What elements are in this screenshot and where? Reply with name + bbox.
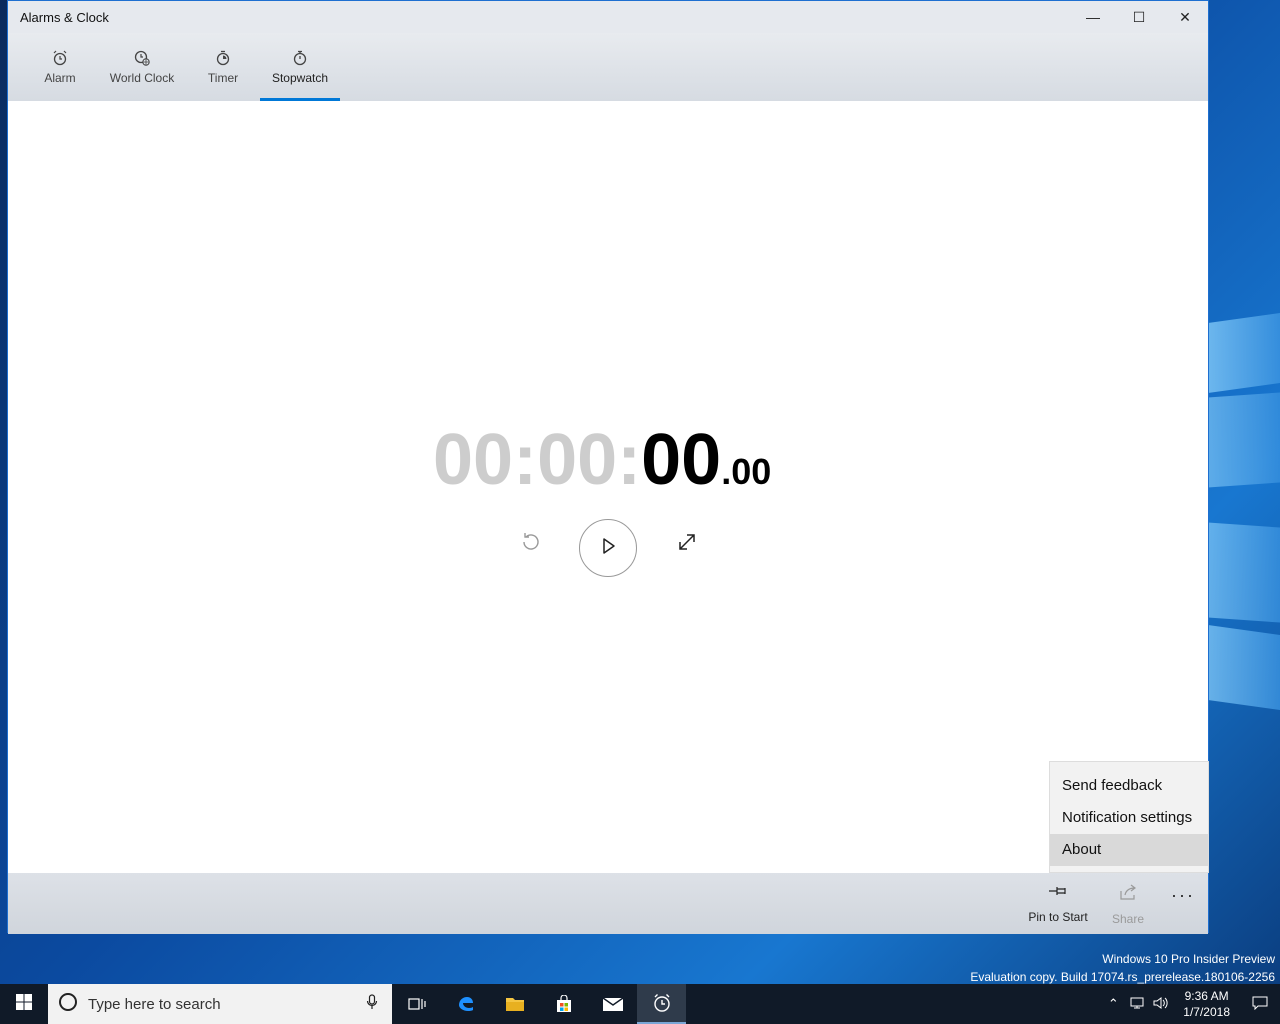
cortana-icon xyxy=(58,992,78,1017)
share-icon xyxy=(1118,883,1138,906)
clock-time: 9:36 AM xyxy=(1184,989,1229,1003)
tab-label: Timer xyxy=(207,71,239,85)
title-bar: Alarms & Clock — ☐ ✕ xyxy=(8,1,1208,33)
tab-label: Alarm xyxy=(44,71,76,85)
minutes-digits: 00: xyxy=(537,420,642,500)
taskbar: Type here to search ⌃ 9:36 AM 1/7/2018 xyxy=(0,984,1280,1024)
world-clock-icon xyxy=(133,49,151,67)
close-button[interactable]: ✕ xyxy=(1162,1,1208,33)
task-view-icon[interactable] xyxy=(392,984,441,1024)
clock-date: 1/7/2018 xyxy=(1183,1005,1230,1019)
seconds-digits: 00 xyxy=(641,420,722,500)
edge-icon[interactable] xyxy=(441,984,490,1024)
play-icon xyxy=(599,537,617,560)
alarms-clock-taskbar-icon[interactable] xyxy=(637,984,686,1024)
minimize-button[interactable]: — xyxy=(1070,1,1116,33)
taskbar-clock[interactable]: 9:36 AM 1/7/2018 xyxy=(1183,988,1230,1020)
share-label: Share xyxy=(1111,912,1145,926)
build-watermark: Windows 10 Pro Insider Preview Evaluatio… xyxy=(970,950,1275,986)
timer-icon xyxy=(214,49,232,67)
app-window: Alarms & Clock — ☐ ✕ Alarm World Clock T… xyxy=(7,0,1209,934)
more-options-menu: Send feedback Notification settings Abou… xyxy=(1049,761,1209,873)
tab-alarm[interactable]: Alarm xyxy=(38,33,82,101)
alarm-clock-icon xyxy=(51,49,69,67)
pin-to-start-button[interactable]: Pin to Start xyxy=(1028,883,1088,924)
expand-icon xyxy=(676,531,698,558)
network-icon[interactable] xyxy=(1125,997,1149,1012)
store-icon[interactable] xyxy=(539,984,588,1024)
desktop-light-beam xyxy=(1208,312,1280,394)
menu-item-about[interactable]: About xyxy=(1050,834,1208,866)
stopwatch-panel: 00:00:00.00 xyxy=(8,101,1208,873)
mail-icon[interactable] xyxy=(588,984,637,1024)
desktop-background xyxy=(1208,0,1280,984)
command-bar: Pin to Start Share ··· xyxy=(8,873,1208,934)
reset-icon xyxy=(519,530,543,559)
volume-icon[interactable] xyxy=(1149,996,1173,1012)
reset-button[interactable] xyxy=(513,526,549,562)
system-tray: ⌃ 9:36 AM 1/7/2018 xyxy=(1101,984,1280,1024)
windows-logo-icon xyxy=(16,993,32,1015)
play-button[interactable] xyxy=(579,519,637,577)
fraction-digits: .00 xyxy=(721,451,772,492)
tab-label: Stopwatch xyxy=(271,71,329,85)
desktop-light-beam xyxy=(1208,392,1280,488)
window-title: Alarms & Clock xyxy=(20,9,109,25)
desktop-light-beam xyxy=(1208,624,1280,711)
pin-label: Pin to Start xyxy=(1028,910,1088,924)
start-button[interactable] xyxy=(0,984,48,1024)
tab-stopwatch[interactable]: Stopwatch xyxy=(260,33,340,101)
chevron-up-icon[interactable]: ⌃ xyxy=(1101,996,1125,1012)
stopwatch-display: 00:00:00.00 xyxy=(433,419,771,501)
tab-world-clock[interactable]: World Clock xyxy=(108,33,176,101)
menu-item-send-feedback[interactable]: Send feedback xyxy=(1050,770,1208,802)
file-explorer-icon[interactable] xyxy=(490,984,539,1024)
search-placeholder: Type here to search xyxy=(88,995,221,1013)
pin-icon xyxy=(1047,883,1069,904)
more-options-button[interactable]: ··· xyxy=(1171,885,1195,906)
stopwatch-icon xyxy=(291,49,309,67)
microphone-icon[interactable] xyxy=(366,993,378,1015)
tab-timer[interactable]: Timer xyxy=(203,33,243,101)
maximize-button[interactable]: ☐ xyxy=(1116,1,1162,33)
share-button[interactable]: Share xyxy=(1108,883,1148,926)
hours-digits: 00: xyxy=(433,420,538,500)
watermark-line: Windows 10 Pro Insider Preview xyxy=(1102,952,1275,966)
action-center-icon[interactable] xyxy=(1240,996,1280,1013)
tab-label: World Clock xyxy=(109,71,175,85)
menu-item-notification-settings[interactable]: Notification settings xyxy=(1050,802,1208,834)
search-box[interactable]: Type here to search xyxy=(48,984,392,1024)
tab-bar: Alarm World Clock Timer Stopwatch xyxy=(8,33,1208,101)
desktop-light-beam xyxy=(1208,522,1280,623)
expand-button[interactable] xyxy=(669,526,705,562)
